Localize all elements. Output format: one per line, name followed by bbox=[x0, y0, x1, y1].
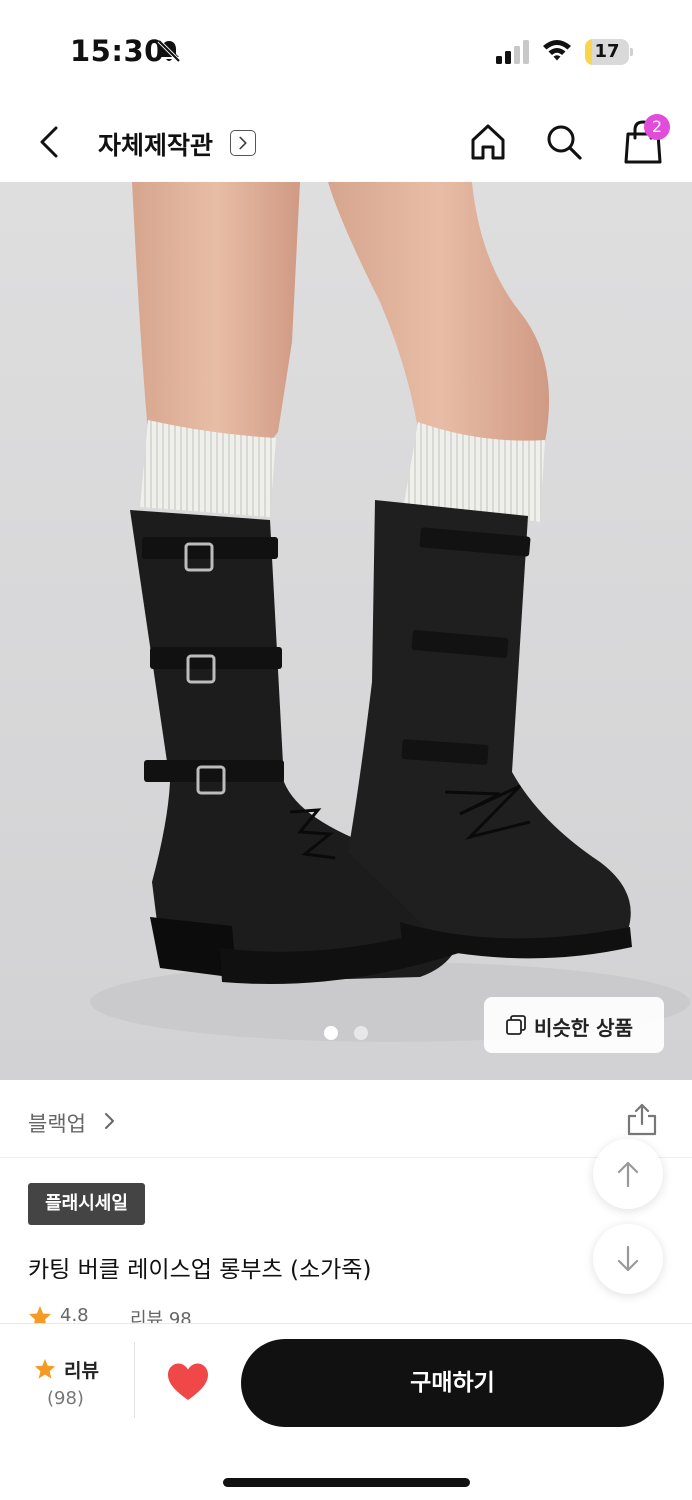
chevron-right-icon[interactable] bbox=[230, 130, 256, 156]
buy-button[interactable]: 구매하기 bbox=[241, 1339, 664, 1427]
review-count: (98) bbox=[47, 1388, 84, 1409]
divider bbox=[134, 1342, 135, 1418]
pagination-dot-active[interactable] bbox=[324, 1026, 338, 1040]
scroll-to-bottom-button[interactable] bbox=[593, 1224, 663, 1294]
gallery-pagination bbox=[324, 1026, 370, 1040]
home-icon[interactable] bbox=[468, 120, 508, 164]
battery-cap bbox=[630, 48, 633, 56]
heart-icon[interactable] bbox=[166, 1362, 210, 1402]
pagination-dot[interactable] bbox=[354, 1026, 368, 1040]
arrow-up-icon bbox=[617, 1161, 639, 1188]
scroll-to-top-button[interactable] bbox=[593, 1139, 663, 1209]
bottom-action-bar: 리뷰 (98) 구매하기 bbox=[0, 1323, 692, 1500]
top-navigation: 자체제작관 bbox=[0, 100, 692, 182]
rating-score: 4.8 bbox=[60, 1305, 89, 1325]
battery-icon: 17 bbox=[585, 39, 633, 65]
battery-body: 17 bbox=[585, 39, 629, 65]
bell-off-icon bbox=[157, 39, 181, 63]
battery-percent: 17 bbox=[594, 41, 620, 62]
signal-icon bbox=[496, 40, 529, 64]
similar-products-label: 비슷한 상품 bbox=[534, 1016, 633, 1040]
search-icon[interactable] bbox=[544, 120, 584, 164]
header-title[interactable]: 자체제작관 bbox=[98, 126, 213, 162]
star-icon bbox=[29, 1306, 51, 1325]
product-title: 카팅 버클 레이스업 롱부츠 (소가죽) bbox=[28, 1257, 372, 1283]
rating-review-count: 리뷰 98 bbox=[130, 1309, 192, 1325]
review-shortcut[interactable]: 리뷰 (98) bbox=[28, 1354, 112, 1414]
rating-row[interactable]: 4.8 리뷰 98 bbox=[28, 1303, 328, 1325]
arrow-down-icon bbox=[617, 1245, 639, 1272]
brand-row: 블랙업 bbox=[0, 1080, 692, 1158]
status-bar: 15:30 17 bbox=[0, 0, 692, 100]
cart-count-badge: 2 bbox=[644, 114, 670, 140]
brand-name[interactable]: 블랙업 bbox=[28, 1108, 86, 1138]
back-arrow-icon[interactable] bbox=[30, 120, 70, 164]
home-indicator bbox=[223, 1478, 470, 1487]
copy-icon bbox=[506, 1015, 526, 1035]
product-image[interactable] bbox=[0, 182, 692, 1080]
share-icon[interactable] bbox=[626, 1102, 658, 1136]
status-time: 15:30 bbox=[70, 34, 165, 68]
wifi-icon bbox=[543, 40, 571, 61]
product-photo bbox=[0, 182, 692, 1080]
flash-sale-badge: 플래시세일 bbox=[28, 1183, 145, 1225]
star-icon bbox=[34, 1358, 56, 1379]
review-label: 리뷰 bbox=[64, 1360, 99, 1382]
similar-products-button[interactable]: 비슷한 상품 bbox=[484, 997, 664, 1053]
chevron-right-icon[interactable] bbox=[102, 1111, 118, 1131]
